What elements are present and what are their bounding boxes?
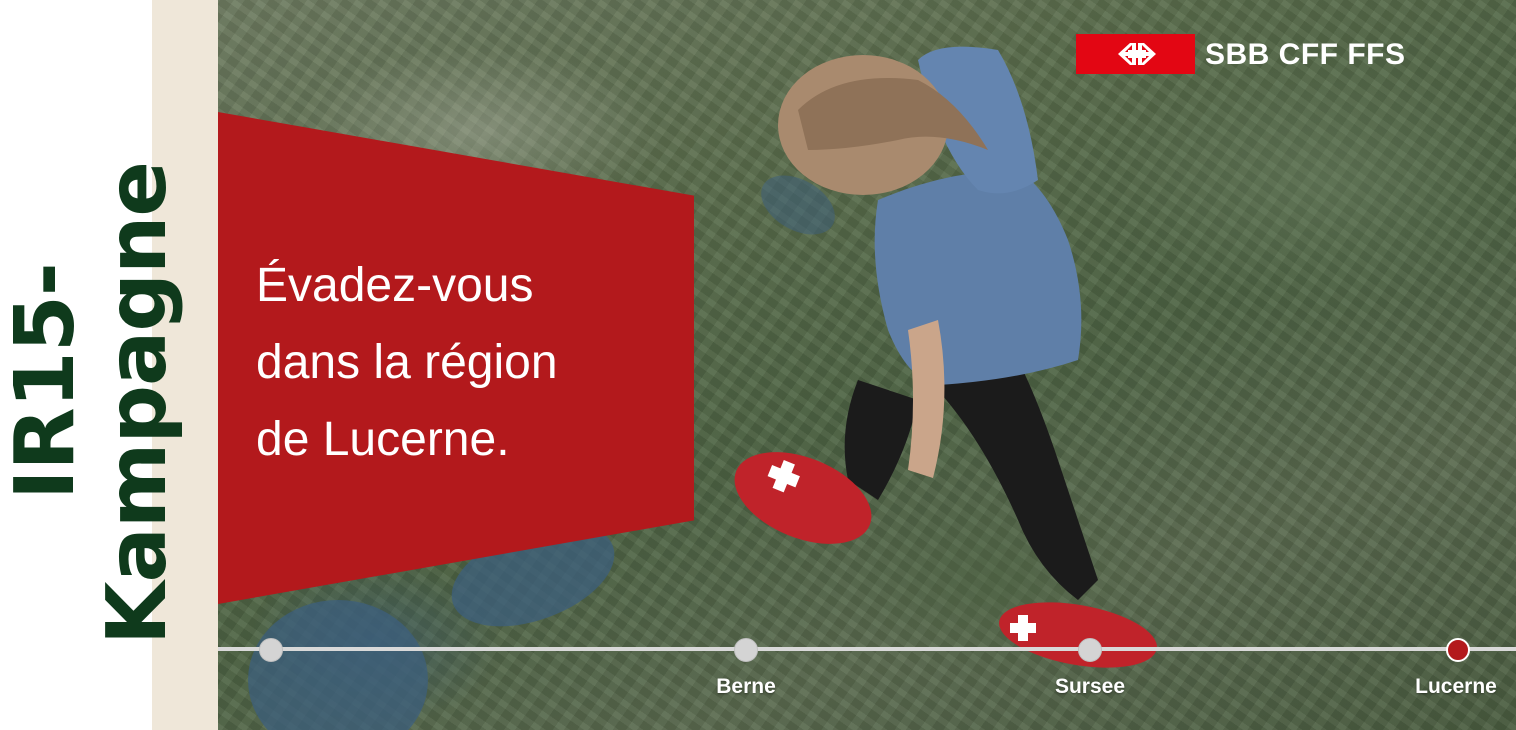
timeline-label-lucerne: Lucerne <box>1415 675 1497 698</box>
timeline-label-berne: Berne <box>716 675 776 698</box>
timeline-stop <box>259 638 283 662</box>
timeline-stop-berne <box>734 638 758 662</box>
headline-line: Évadez-vous <box>256 259 534 312</box>
timeline-stop-sursee <box>1078 638 1102 662</box>
route-timeline <box>218 647 1516 651</box>
timeline-stop-lucerne-current <box>1446 638 1470 662</box>
campaign-title: IR15- Kampagne <box>0 0 218 730</box>
campaign-title-line1: IR15- <box>0 263 93 500</box>
sbb-logo-text: SBB CFF FFS <box>1205 38 1406 71</box>
sbb-arrows-icon <box>1118 43 1156 65</box>
campaign-title-line2: Kampagne <box>90 161 185 645</box>
headline-line: dans la région <box>256 336 558 389</box>
headline-line: de Lucerne. <box>256 413 510 466</box>
timeline-label-sursee: Sursee <box>1054 675 1126 698</box>
sbb-logo <box>1076 34 1195 74</box>
headline-text: Évadez-vous dans la région de Lucerne. <box>256 247 676 478</box>
